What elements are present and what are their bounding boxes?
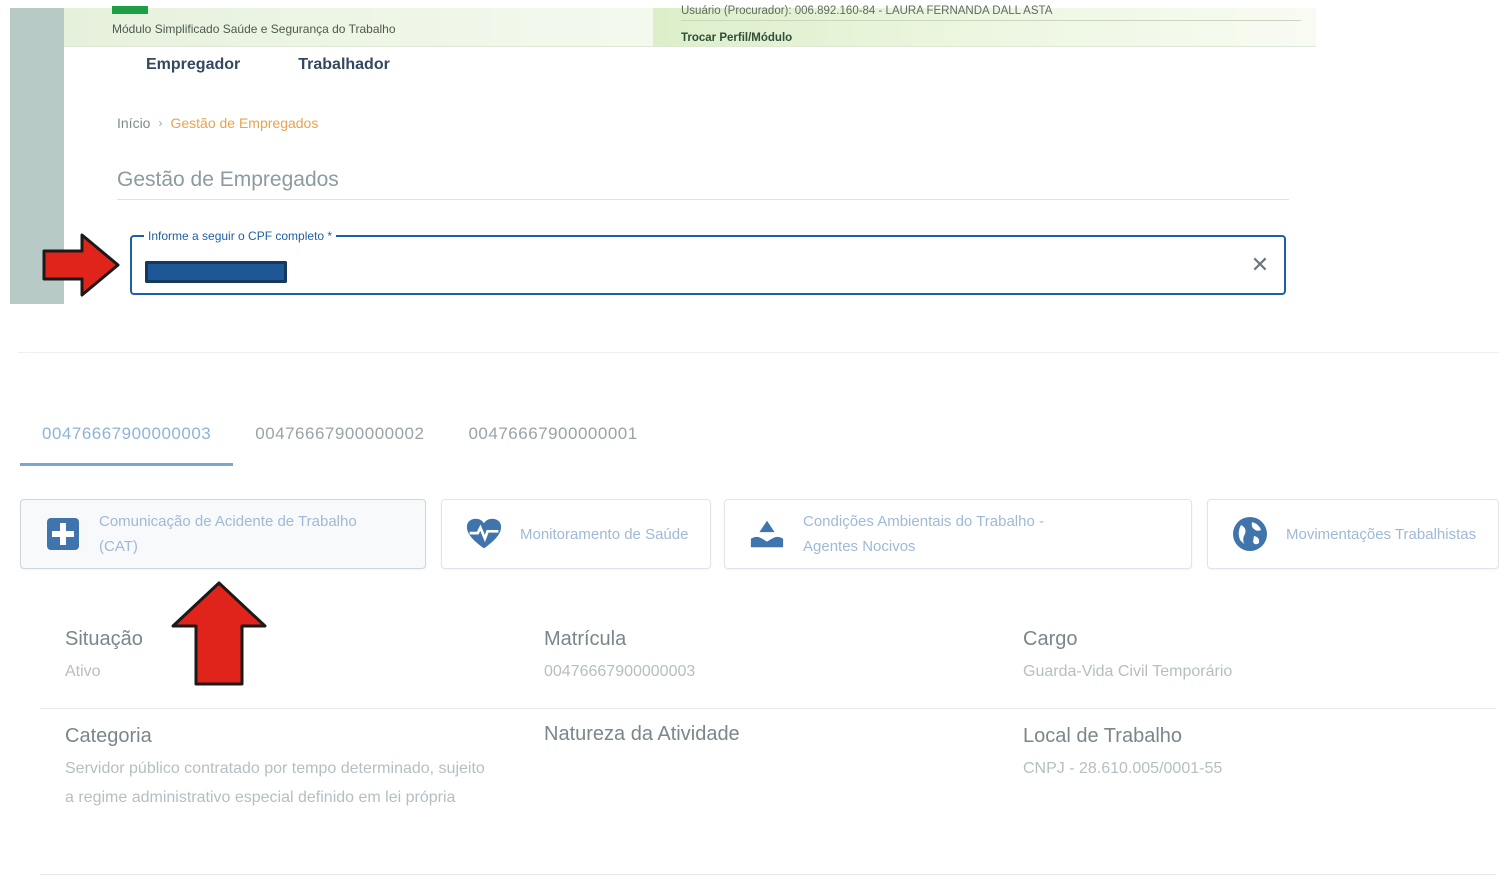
main-nav: Empregador Trabalhador xyxy=(146,56,390,74)
action-cards: Comunicação de Acidente de Trabalho (CAT… xyxy=(20,499,1499,571)
detail-label: Cargo xyxy=(1023,628,1078,650)
card-environment-label: Condições Ambientais do Trabalho - Agent… xyxy=(803,513,1044,555)
card-health-label: Monitoramento de Saúde xyxy=(520,525,689,543)
tab-matricula-3[interactable]: 00476667900000001 xyxy=(446,410,659,466)
module-name: Módulo Simplificado Saúde e Segurança do… xyxy=(112,22,396,36)
user-info: Usuário (Procurador): 006.892.160-84 - L… xyxy=(681,5,1301,21)
clear-icon[interactable]: ✕ xyxy=(1248,253,1272,277)
page-title: Gestão de Empregados xyxy=(117,168,339,191)
detail-value: Ativo xyxy=(65,663,101,680)
heartbeat-icon xyxy=(466,516,502,552)
detail-situacao: Situação Ativo xyxy=(40,612,519,708)
detail-categoria: Categoria Servidor público contratado po… xyxy=(40,709,519,874)
section-divider xyxy=(18,352,1499,353)
detail-label: Local de Trabalho xyxy=(1023,725,1183,747)
nav-item-empregador[interactable]: Empregador xyxy=(146,56,240,74)
detail-value: CNPJ - 28.610.005/0001-55 xyxy=(1023,760,1223,777)
hazard-hands-icon xyxy=(749,516,785,552)
globe-icon xyxy=(1232,516,1268,552)
breadcrumb-separator: › xyxy=(158,116,163,130)
detail-value: 00476667900000003 xyxy=(544,663,696,680)
detail-matricula: Matrícula 00476667900000003 xyxy=(519,612,998,708)
card-health-monitoring[interactable]: Monitoramento de Saúde xyxy=(441,499,711,569)
details-row-2: Categoria Servidor público contratado po… xyxy=(40,709,1496,875)
nav-item-trabalhador[interactable]: Trabalhador xyxy=(298,56,390,74)
card-environment-conditions[interactable]: Condições Ambientais do Trabalho - Agent… xyxy=(724,499,1192,569)
detail-natureza-atividade: Natureza da Atividade xyxy=(519,709,998,874)
breadcrumb-home[interactable]: Início xyxy=(117,115,150,131)
card-cat[interactable]: Comunicação de Acidente de Trabalho (CAT… xyxy=(20,499,426,569)
detail-label: Natureza da Atividade xyxy=(544,723,740,745)
switch-profile-link[interactable]: Trocar Perfil/Módulo xyxy=(681,32,792,44)
portal-header: Módulo Simplificado Saúde e Segurança do… xyxy=(64,5,1316,47)
plus-icon xyxy=(45,516,81,552)
tab-matricula-1[interactable]: 00476667900000003 xyxy=(20,410,234,466)
cpf-input[interactable]: Informe a seguir o CPF completo * ✕ xyxy=(130,229,1286,295)
portal-frame: Módulo Simplificado Saúde e Segurança do… xyxy=(10,5,1316,304)
detail-label: Categoria xyxy=(65,725,152,747)
tab-matricula-2[interactable]: 00476667900000002 xyxy=(233,410,446,466)
user-panel: Usuário (Procurador): 006.892.160-84 - L… xyxy=(653,5,1316,46)
breadcrumb: Início › Gestão de Empregados xyxy=(117,115,318,131)
detail-label: Situação xyxy=(65,628,143,650)
card-cat-label: Comunicação de Acidente de Trabalho (CAT… xyxy=(99,513,357,555)
matricula-tabs: 00476667900000003 00476667900000002 0047… xyxy=(20,410,660,466)
detail-value: Servidor público contratado por tempo de… xyxy=(65,760,485,806)
cpf-input-label: Informe a seguir o CPF completo * xyxy=(144,229,337,243)
card-labor-label: Movimentações Trabalhistas xyxy=(1286,525,1477,543)
annotation-arrow-right-icon xyxy=(42,233,120,297)
card-labor-movements[interactable]: Movimentações Trabalhistas xyxy=(1207,499,1499,569)
detail-cargo: Cargo Guarda-Vida Civil Temporário xyxy=(998,612,1477,708)
title-divider xyxy=(117,199,1289,200)
annotation-arrow-up-icon xyxy=(171,581,267,686)
breadcrumb-current: Gestão de Empregados xyxy=(170,115,319,131)
detail-label: Matrícula xyxy=(544,628,627,650)
cpf-redaction-mark xyxy=(145,261,287,283)
logo-mark xyxy=(112,6,148,14)
detail-local-trabalho: Local de Trabalho CNPJ - 28.610.005/0001… xyxy=(998,709,1477,874)
detail-value: Guarda-Vida Civil Temporário xyxy=(1023,663,1233,680)
